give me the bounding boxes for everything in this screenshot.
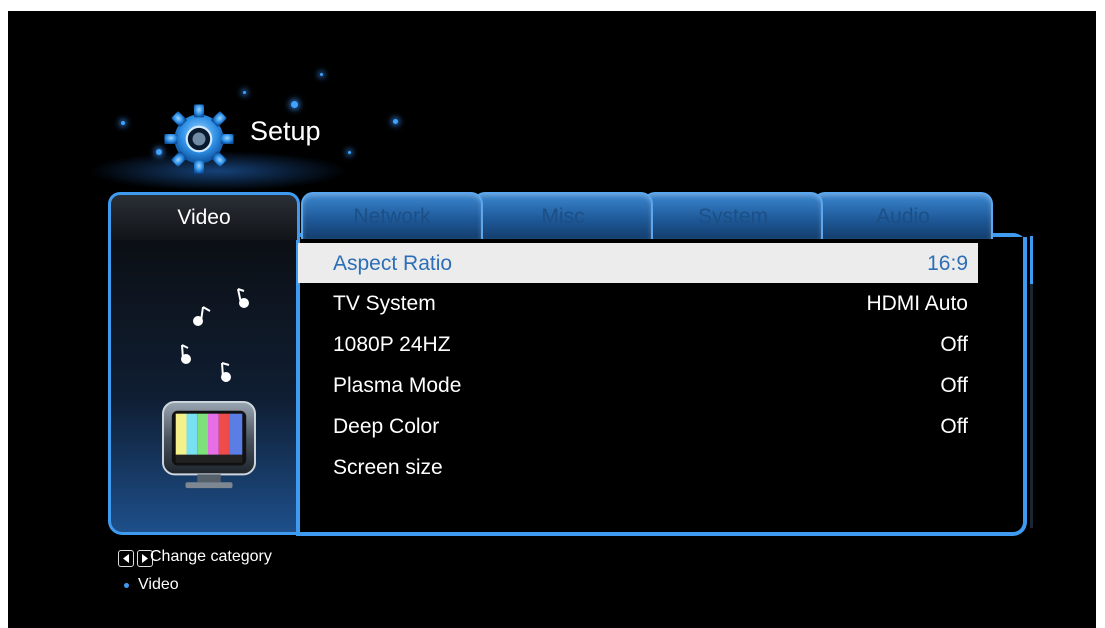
gear-icon xyxy=(164,104,234,174)
tab-network[interactable]: Network xyxy=(301,192,483,239)
tab-label: Network xyxy=(353,205,431,228)
tab-label: Misc xyxy=(541,205,585,228)
setting-row-tv-system[interactable]: TV System HDMI Auto xyxy=(298,283,978,323)
setting-label: Plasma Mode xyxy=(333,374,462,397)
setting-row-screen-size[interactable]: Screen size xyxy=(298,447,978,487)
setting-label: TV System xyxy=(333,292,436,315)
sparkle-dot xyxy=(291,101,298,108)
sparkle-dot xyxy=(393,119,398,124)
page-title: Setup xyxy=(250,116,321,146)
hint-text: Change category xyxy=(150,548,272,565)
setting-row-1080p-24hz[interactable]: 1080P 24HZ Off xyxy=(298,324,978,364)
setting-label: Deep Color xyxy=(333,415,440,438)
setting-value: HDMI Auto xyxy=(866,292,968,315)
tv-icon xyxy=(162,400,256,489)
current-category: Video xyxy=(138,576,179,593)
setting-row-deep-color[interactable]: Deep Color Off xyxy=(298,406,978,446)
setting-value: Off xyxy=(940,333,968,356)
scrollbar-thumb[interactable] xyxy=(1030,236,1033,284)
music-notes-icon xyxy=(181,288,249,382)
left-arrow-key-icon xyxy=(118,550,134,567)
sparkle-dot xyxy=(243,91,246,94)
sparkle-dot xyxy=(320,73,323,76)
tab-label: Video xyxy=(177,206,231,229)
setup-screen: Setup Audio System Misc Network Video As… xyxy=(8,11,1096,628)
setting-row-aspect-ratio[interactable]: Aspect Ratio 16:9 xyxy=(298,243,978,283)
setting-row-plasma-mode[interactable]: Plasma Mode Off xyxy=(298,365,978,405)
setting-label: Screen size xyxy=(333,456,443,479)
tab-misc[interactable]: Misc xyxy=(473,192,653,239)
tab-video[interactable]: Video xyxy=(108,192,300,240)
setting-label: 1080P 24HZ xyxy=(333,333,451,356)
tab-label: System xyxy=(697,205,768,228)
tab-system[interactable]: System xyxy=(643,192,823,239)
setting-value: Off xyxy=(940,415,968,438)
tab-label: Audio xyxy=(876,205,930,228)
sparkle-dot xyxy=(348,151,351,154)
setting-label: Aspect Ratio xyxy=(333,252,453,275)
setting-value: 16:9 xyxy=(927,252,968,275)
sparkle-dot xyxy=(121,121,125,125)
tab-audio[interactable]: Audio xyxy=(813,192,993,239)
bullet-icon xyxy=(124,583,129,588)
setting-value: Off xyxy=(940,374,968,397)
